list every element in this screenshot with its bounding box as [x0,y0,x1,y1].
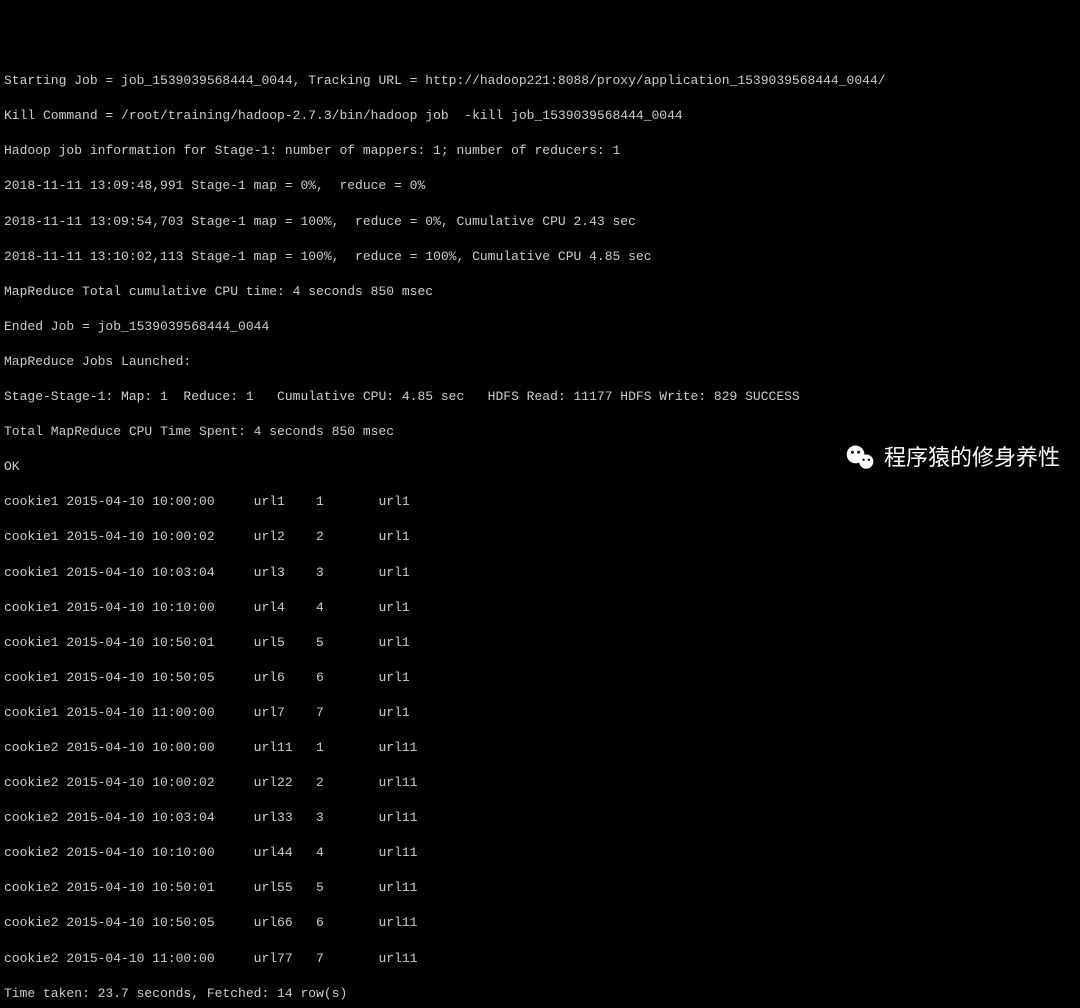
log-stage-summary: Stage-Stage-1: Map: 1 Reduce: 1 Cumulati… [4,388,1076,406]
log-ended: Ended Job = job_1539039568444_0044 [4,318,1076,336]
log-progress-2: 2018-11-11 13:09:54,703 Stage-1 map = 10… [4,213,1076,231]
log-total-time: Total MapReduce CPU Time Spent: 4 second… [4,423,1076,441]
result-row: cookie2 2015-04-10 10:00:02 url22 2 url1… [4,774,1076,792]
result-row: cookie2 2015-04-10 10:03:04 url33 3 url1… [4,809,1076,827]
log-job-info: Hadoop job information for Stage-1: numb… [4,142,1076,160]
log-mr-launched: MapReduce Jobs Launched: [4,353,1076,371]
watermark: 程序猿的修身养性 [844,442,1060,474]
result-row: cookie1 2015-04-10 11:00:00 url7 7 url1 [4,704,1076,722]
result-row: cookie2 2015-04-10 10:50:05 url66 6 url1… [4,914,1076,932]
result-row: cookie1 2015-04-10 10:00:02 url2 2 url1 [4,528,1076,546]
watermark-text: 程序猿的修身养性 [884,443,1060,473]
result-row: cookie2 2015-04-10 11:00:00 url77 7 url1… [4,950,1076,968]
result-row: cookie1 2015-04-10 10:03:04 url3 3 url1 [4,564,1076,582]
result-row: cookie2 2015-04-10 10:00:00 url11 1 url1… [4,739,1076,757]
time-taken: Time taken: 23.7 seconds, Fetched: 14 ro… [4,985,1076,1003]
result-row: cookie1 2015-04-10 10:50:05 url6 6 url1 [4,669,1076,687]
log-progress-1: 2018-11-11 13:09:48,991 Stage-1 map = 0%… [4,177,1076,195]
result-row: cookie1 2015-04-10 10:10:00 url4 4 url1 [4,599,1076,617]
result-row: cookie1 2015-04-10 10:00:00 url1 1 url1 [4,493,1076,511]
result-row: cookie2 2015-04-10 10:10:00 url44 4 url1… [4,844,1076,862]
log-progress-3: 2018-11-11 13:10:02,113 Stage-1 map = 10… [4,248,1076,266]
log-start-job: Starting Job = job_1539039568444_0044, T… [4,72,1076,90]
log-mr-total: MapReduce Total cumulative CPU time: 4 s… [4,283,1076,301]
result-row: cookie1 2015-04-10 10:50:01 url5 5 url1 [4,634,1076,652]
wechat-icon [844,442,876,474]
result-row: cookie2 2015-04-10 10:50:01 url55 5 url1… [4,879,1076,897]
log-kill-cmd: Kill Command = /root/training/hadoop-2.7… [4,107,1076,125]
